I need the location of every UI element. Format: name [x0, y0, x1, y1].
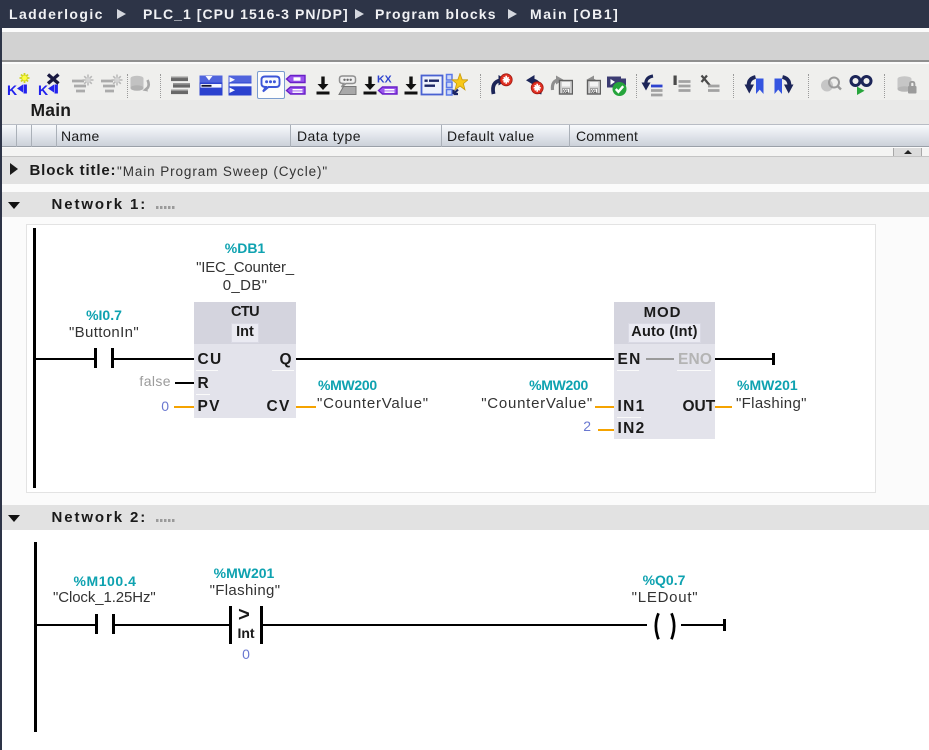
svg-text:01: 01 [563, 88, 569, 93]
svg-text:K: K [7, 82, 17, 97]
svg-text:01: 01 [591, 88, 597, 93]
svg-text:KX: KX [377, 74, 392, 86]
svg-text:K: K [38, 82, 48, 97]
